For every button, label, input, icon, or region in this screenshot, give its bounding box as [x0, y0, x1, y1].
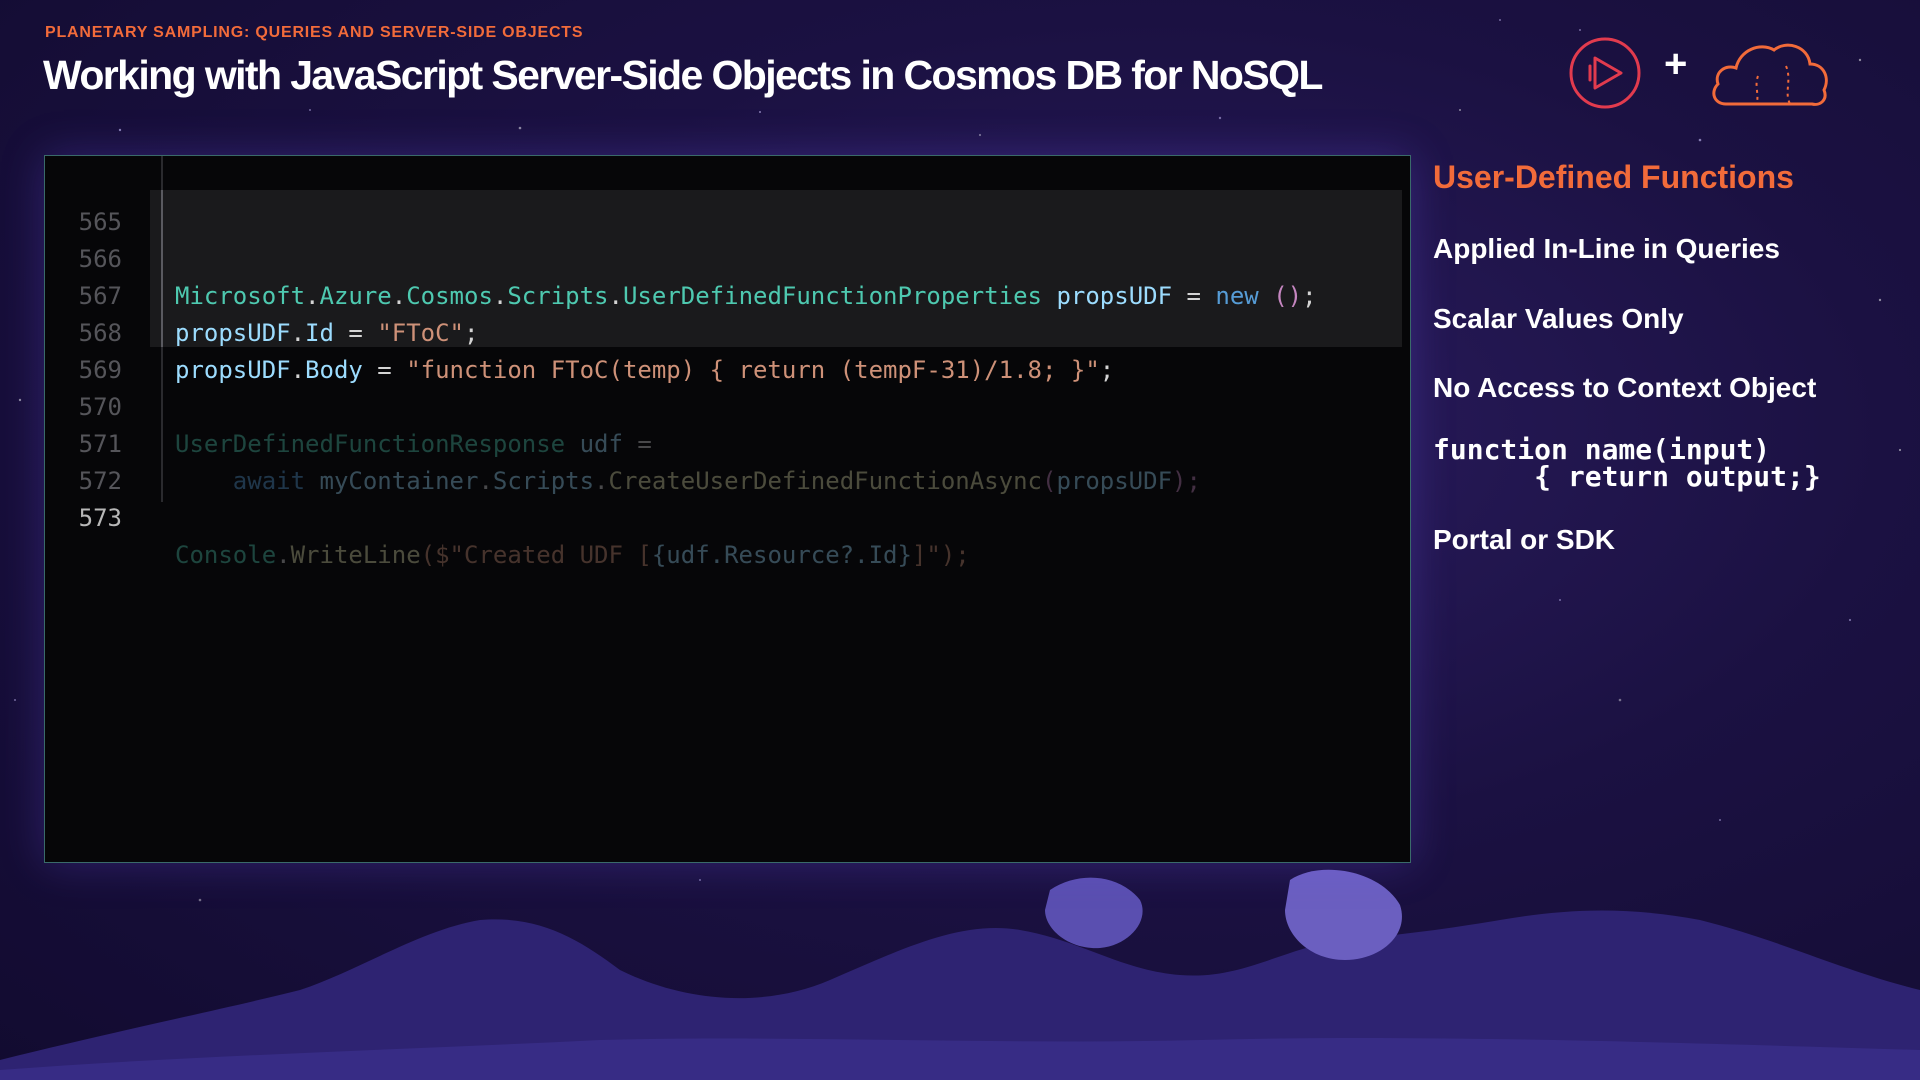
- signature-line-1: function name(input): [1433, 433, 1771, 466]
- code-line: 567 propsUDF.Id = "FToC";: [45, 241, 1410, 347]
- code-line: 573 Console.WriteLine($"Created UDF [{ud…: [45, 463, 1410, 569]
- code-text: Console.WriteLine($"Created UDF [{udf.Re…: [175, 537, 970, 574]
- code-line: 566 Microsoft.Azure.Cosmos.Scripts.UserD…: [45, 204, 1410, 310]
- bullet-portal-sdk: Portal or SDK: [1433, 524, 1616, 555]
- udf-signature: function name(input) { return output;}: [1433, 433, 1821, 493]
- token: {udf.Resource?.Id}: [651, 541, 912, 569]
- bullet-scalar-values: Scalar Values Only: [1433, 303, 1684, 334]
- cloud-icon: [1712, 43, 1828, 106]
- code-line: 569: [45, 315, 1410, 384]
- token: ($"Created UDF [: [420, 541, 652, 569]
- signature-line-2: { return output;}: [1433, 460, 1821, 493]
- play-icon: [1569, 37, 1641, 109]
- bullet-no-context: No Access to Context Object: [1433, 372, 1817, 403]
- bullet-applied-inline: Applied In-Line in Queries: [1433, 233, 1780, 264]
- section-eyebrow: PLANETARY SAMPLING: QUERIES AND SERVER-S…: [45, 24, 584, 41]
- logo-group: +: [1568, 36, 1832, 110]
- token: Console: [175, 541, 277, 569]
- code-line: 565: [45, 167, 1410, 236]
- token: ]");: [911, 541, 970, 569]
- panel-heading: User-Defined Functions: [1433, 159, 1794, 195]
- code-line: 568 propsUDF.Body = "function FToC(temp)…: [45, 278, 1410, 384]
- code-line: 571 await myContainer.Scripts.CreateUser…: [45, 389, 1410, 495]
- code-line: 570 UserDefinedFunctionResponse udf =: [45, 352, 1410, 458]
- token: .: [276, 541, 291, 569]
- token: WriteLine: [290, 541, 421, 569]
- slide-title: Working with JavaScript Server-Side Obje…: [43, 52, 1323, 98]
- code-editor[interactable]: 565 566 Microsoft.Azure.Cosmos.Scripts.U…: [44, 155, 1411, 863]
- line-number: 573: [78, 504, 122, 532]
- plus-sign: +: [1664, 42, 1688, 86]
- moon-landscape: [0, 869, 1920, 1080]
- code-line: 572: [45, 426, 1410, 495]
